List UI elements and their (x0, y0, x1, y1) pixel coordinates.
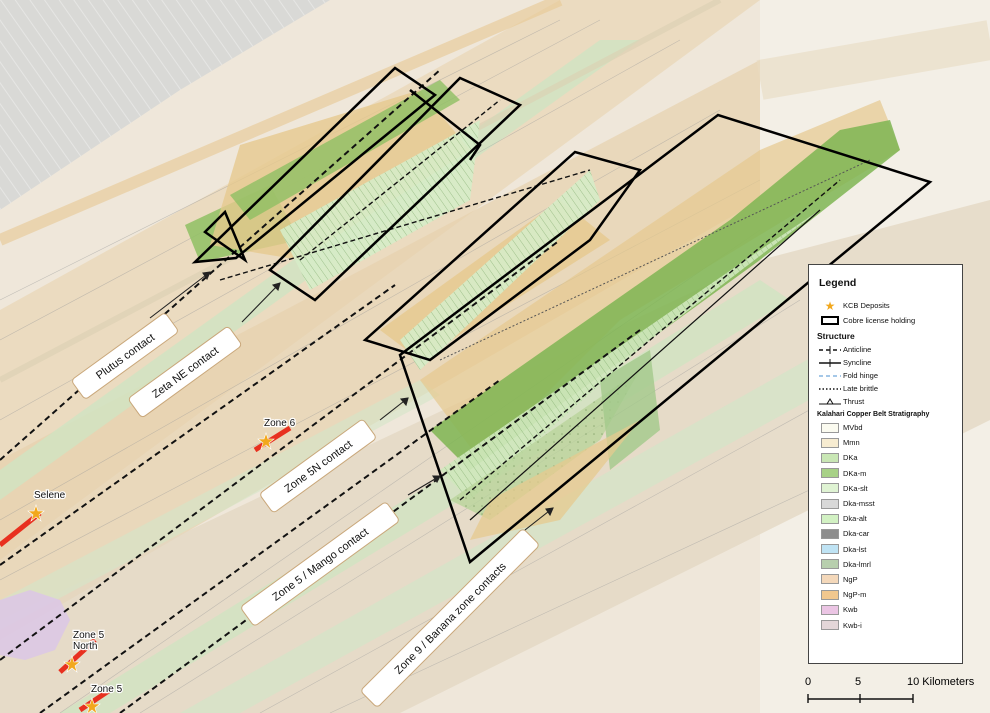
scale-tick-10: 10 Kilometers (907, 676, 975, 688)
legend-strat-ngp-m: NgP-m (817, 587, 954, 602)
strat-label: DKa-m (843, 468, 867, 478)
strat-label: DKa (843, 453, 858, 463)
legend-syncline: Syncline (817, 356, 954, 369)
svg-text:Selene: Selene (34, 490, 66, 501)
strat-label: Kwb (843, 605, 858, 615)
swatch-kwb-i (821, 620, 839, 631)
swatch-dka-alt (821, 513, 839, 524)
strat-label: DKa-slt (843, 483, 868, 493)
swatch-ngp (821, 574, 839, 585)
legend-strat-dka-car: Dka-car (817, 526, 954, 541)
scale-tick-0: 0 (805, 676, 812, 688)
swatch-kwb (821, 604, 839, 615)
strat-list: MVbd Mmn DKa DKa-m DKa-slt Dka-msst Dka-alt Dka… (817, 420, 954, 633)
strat-label: Dka-car (843, 529, 870, 539)
strat-header: Kalahari Copper Belt Stratigraphy (817, 411, 930, 418)
strat-label: Dka-alt (843, 514, 867, 524)
swatch-dka-car (821, 528, 839, 539)
strat-label: NgP-m (843, 590, 867, 600)
svg-text:Zone 5: Zone 5 (91, 684, 123, 695)
strat-label: Dka-lst (843, 544, 867, 554)
strat-label: NgP (843, 574, 858, 584)
swatch-dka-lmrl (821, 559, 839, 570)
swatch-dka-msst (821, 498, 839, 509)
legend-strat-kwb: Kwb (817, 602, 954, 617)
swatch-ngp-m (821, 589, 839, 600)
strat-label: Kwb-i (843, 620, 862, 630)
anticline-icon (819, 345, 841, 354)
legend-strat-dka: DKa (817, 450, 954, 465)
legend-strat-dka-lst: Dka-lst (817, 542, 954, 557)
legend-fold-hinge: Fold hinge (817, 369, 954, 382)
legend-strat-dka-lmrl: Dka-lmrl (817, 557, 954, 572)
strat-label: Dka-lmrl (843, 559, 871, 569)
scale-tick-5: 5 (855, 676, 862, 688)
thrust-icon (819, 398, 841, 405)
strat-label: Dka-msst (843, 499, 875, 509)
legend-title: Legend (819, 277, 857, 289)
scale-bar: 0 5 10 Kilometers (805, 676, 975, 706)
legend-thrust: Thrust (817, 395, 954, 408)
strat-label: Mmn (843, 438, 860, 448)
legend-license: Cobre license holding (817, 312, 954, 328)
legend-strat-dka-slt: DKa-slt (817, 481, 954, 496)
structure-header: Structure (817, 331, 855, 341)
license-box-icon (821, 315, 839, 325)
legend-strat-ngp: NgP (817, 572, 954, 587)
legend-strat-kwb-i: Kwb-i (817, 617, 954, 632)
svg-text:Zone 6: Zone 6 (264, 418, 296, 429)
swatch-dka-lst (821, 544, 839, 555)
swatch-dka-m (821, 468, 839, 479)
swatch-mmn (821, 437, 839, 448)
legend-strat-mmn: Mmn (817, 435, 954, 450)
late-brittle-icon (819, 387, 841, 390)
legend-strat-dka-alt: Dka-alt (817, 511, 954, 526)
star-icon: ★ (824, 298, 836, 313)
legend-late-brittle: Late brittle (817, 382, 954, 395)
legend-kcb-deposits: ★ KCB Deposits (824, 298, 890, 313)
swatch-dka (821, 452, 839, 463)
scale-bar-line (807, 694, 914, 703)
syncline-icon (819, 358, 841, 367)
legend-strat-dka-m: DKa-m (817, 466, 954, 481)
fold-hinge-icon (819, 374, 841, 377)
legend-anticline: Anticline (817, 343, 954, 356)
swatch-dka-slt (821, 483, 839, 494)
legend: Legend ★ KCB Deposits Cobre license hold… (808, 264, 963, 664)
strat-label: MVbd (843, 423, 863, 433)
legend-strat-dka-msst: Dka-msst (817, 496, 954, 511)
legend-strat-mvbd: MVbd (817, 420, 954, 435)
swatch-mvbd (821, 422, 839, 433)
